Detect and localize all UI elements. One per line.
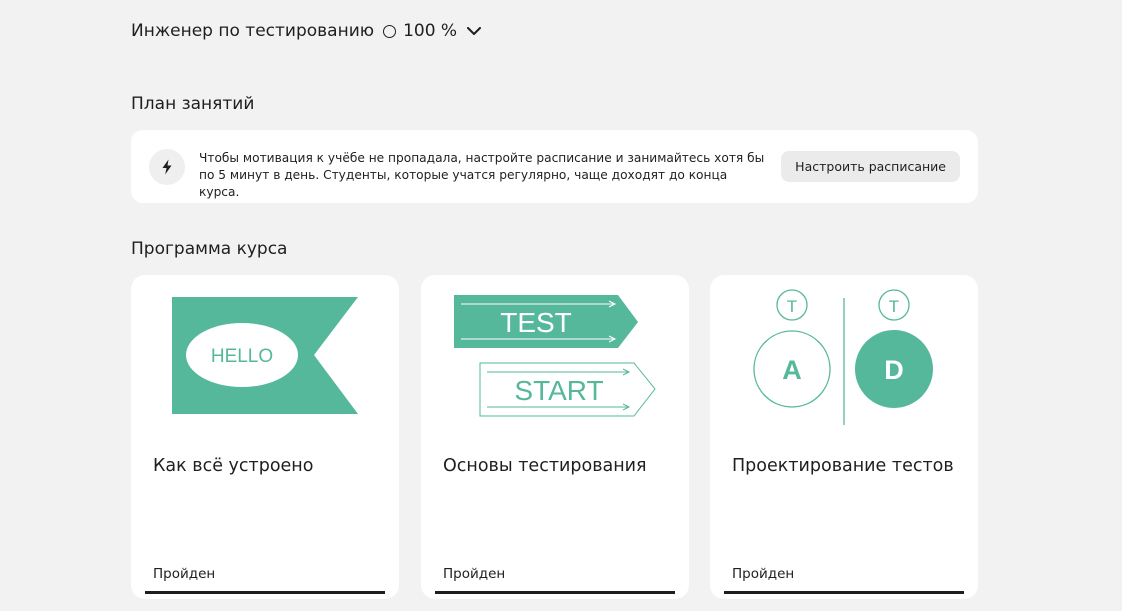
program-title: Программа курса [131, 239, 288, 259]
test-start-illustration: TEST START [454, 295, 656, 417]
module-status: Пройден [443, 566, 506, 582]
chevron-down-icon[interactable] [466, 23, 482, 39]
course-selector[interactable]: Инженер по тестированию 100 % [131, 19, 482, 43]
plan-title: План занятий [131, 94, 255, 114]
schedule-tip-text: Чтобы мотивация к учёбе не пропадала, на… [199, 151, 765, 199]
art-label: T [889, 297, 899, 316]
module-title: Основы тестирования [443, 456, 647, 476]
art-label: START [514, 375, 603, 406]
hello-flag-illustration: HELLO [172, 297, 358, 414]
module-status: Пройден [153, 566, 216, 582]
module-title: Проектирование тестов [732, 456, 954, 476]
module-progress-bar [724, 591, 964, 594]
module-title: Как всё устроено [153, 456, 314, 476]
module-progress-bar [435, 591, 675, 594]
module-progress-bar [145, 591, 385, 594]
lightning-icon [149, 149, 185, 185]
art-label: TEST [500, 307, 572, 338]
art-label: T [787, 297, 797, 316]
art-label: HELLO [211, 346, 273, 367]
module-card[interactable]: TEST START Основы тестирования Пройден [421, 275, 689, 599]
ab-test-illustration: T T A D [753, 289, 933, 425]
module-card[interactable]: HELLO Как всё устроено Пройден [131, 275, 399, 599]
progress-ring-icon [383, 24, 397, 38]
course-modules: HELLO Как всё устроено Пройден TEST STAR… [131, 275, 978, 599]
schedule-tip-card: Чтобы мотивация к учёбе не пропадала, на… [131, 130, 978, 203]
art-label: A [782, 355, 802, 385]
course-name: Инженер по тестированию [131, 21, 375, 41]
set-schedule-button[interactable]: Настроить расписание [781, 151, 960, 182]
art-label: D [884, 355, 904, 385]
module-card[interactable]: T T A D Проектирование тестов Пройден [710, 275, 978, 599]
course-progress: 100 % [403, 21, 458, 41]
module-status: Пройден [732, 566, 795, 582]
